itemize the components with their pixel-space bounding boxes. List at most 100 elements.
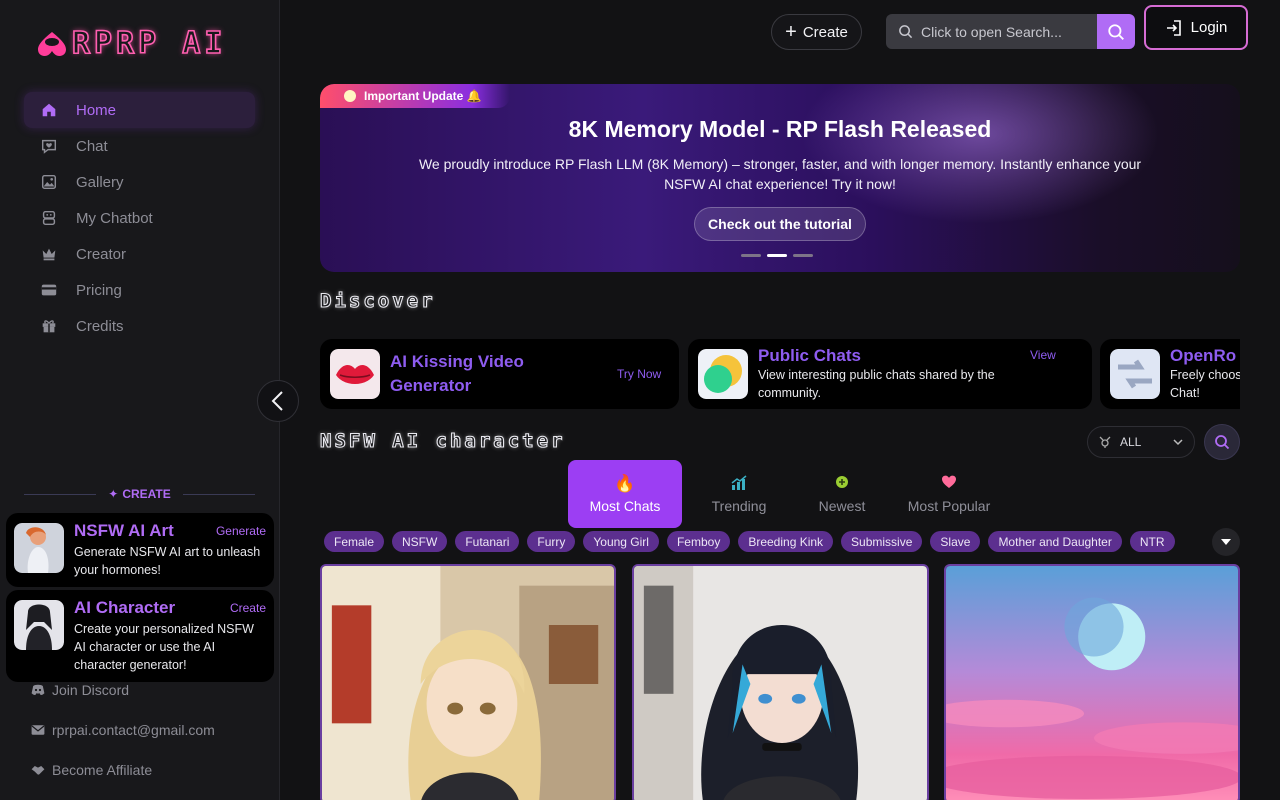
tab-newest[interactable]: Newest xyxy=(796,460,888,528)
discover-card-desc: View interesting public chats shared by … xyxy=(758,368,995,400)
tag-chip[interactable]: Slave xyxy=(930,531,981,552)
chart-up-icon xyxy=(730,474,748,494)
tag-chip[interactable]: Breeding Kink xyxy=(738,531,834,552)
nav-item-creator[interactable]: Creator xyxy=(24,236,255,272)
discover-card-openro[interactable]: OpenRo Freely choos Chat! xyxy=(1100,339,1240,409)
tag-chip[interactable]: NTR xyxy=(1129,531,1175,552)
join-discord-link[interactable]: Join Discord xyxy=(30,682,129,698)
filter-value: ALL xyxy=(1120,435,1142,449)
tag-chip[interactable]: Mother and Daughter xyxy=(988,531,1122,552)
nav-label: Pricing xyxy=(76,281,122,299)
carousel-dots xyxy=(741,254,813,257)
create-link[interactable]: Create xyxy=(230,601,266,615)
tutorial-button[interactable]: Check out the tutorial xyxy=(694,207,866,241)
tag-chip[interactable]: Young Girl xyxy=(583,531,659,552)
contact-email-link[interactable]: rprpai.contact@gmail.com xyxy=(30,722,215,738)
logo-text: RPRP AI xyxy=(71,25,227,62)
gender-filter-select[interactable]: ALL xyxy=(1087,426,1195,458)
nav-label: My Chatbot xyxy=(76,209,153,227)
tab-label: Most Chats xyxy=(589,498,661,514)
promo-title: AI Character xyxy=(74,598,176,617)
search-submit-button[interactable] xyxy=(1097,14,1135,49)
promo-body: NSFW AI Art Generate Generate NSFW AI ar… xyxy=(74,521,266,579)
heart-icon xyxy=(941,474,957,494)
collapse-sidebar-button[interactable] xyxy=(257,380,299,422)
fire-icon: 🔥 xyxy=(614,474,636,493)
nsfw-ai-art-thumbnail xyxy=(14,523,64,573)
nav-label: Creator xyxy=(76,245,127,263)
promo-nsfw-ai-art[interactable]: NSFW AI Art Generate Generate NSFW AI ar… xyxy=(6,513,274,587)
discover-card-kissing-video[interactable]: AI Kissing Video Generator Try Now xyxy=(320,339,679,409)
heart-logo-icon xyxy=(38,31,66,56)
create-label-text: CREATE xyxy=(122,487,171,501)
login-button[interactable]: Login xyxy=(1144,5,1248,50)
carousel-dot[interactable] xyxy=(793,254,813,257)
discover-card-title: Public Chats xyxy=(758,346,861,365)
nav-label: Chat xyxy=(76,137,108,155)
badge-label: Important Update 🔔 xyxy=(364,89,482,103)
tag-chip[interactable]: NSFW xyxy=(392,531,448,552)
carousel-dot[interactable] xyxy=(741,254,761,257)
discover-card-text: AI Kissing Video Generator xyxy=(390,350,607,398)
status-dot xyxy=(344,90,356,102)
view-link[interactable]: View xyxy=(1030,347,1082,363)
discord-icon xyxy=(31,684,45,695)
expand-tags-button[interactable] xyxy=(1212,528,1240,556)
create-button[interactable]: + Create xyxy=(771,14,862,50)
announcement-banner: Important Update 🔔 8K Memory Model - RP … xyxy=(320,84,1240,272)
promo-ai-character[interactable]: AI Character Create Create your personal… xyxy=(6,590,274,682)
carousel-dot[interactable] xyxy=(767,254,787,257)
tag-chip[interactable]: Female xyxy=(324,531,385,552)
try-now-link[interactable]: Try Now xyxy=(617,366,669,382)
new-dot-icon xyxy=(834,474,850,494)
crown-icon xyxy=(40,245,58,263)
sort-tabs: 🔥 Most Chats Trending Newest Most Popula… xyxy=(568,460,1010,528)
character-search-button[interactable] xyxy=(1204,424,1240,460)
nav-item-pricing[interactable]: Pricing xyxy=(24,272,255,308)
logo[interactable]: RPRP AI xyxy=(36,25,227,62)
tag-chip[interactable]: Futanari xyxy=(455,531,520,552)
search-bar[interactable] xyxy=(886,14,1097,49)
tab-most-chats[interactable]: 🔥 Most Chats xyxy=(568,460,682,528)
nav-label: Credits xyxy=(76,317,124,335)
sparkle-icon: ✦ xyxy=(108,487,119,501)
nav-item-my-chatbot[interactable]: My Chatbot xyxy=(24,200,255,236)
login-label: Login xyxy=(1190,19,1228,36)
tag-chip[interactable]: Femboy xyxy=(666,531,731,552)
tag-chip[interactable]: Submissive xyxy=(841,531,923,552)
banner-description: We proudly introduce RP Flash LLM (8K Me… xyxy=(418,156,1142,192)
character-portrait xyxy=(322,566,614,800)
discover-card-public-chats[interactable]: Public Chats View interesting public cha… xyxy=(688,339,1092,409)
character-card[interactable] xyxy=(632,564,929,800)
nav-item-credits[interactable]: Credits xyxy=(24,308,255,344)
tab-label: Trending xyxy=(711,498,767,514)
become-affiliate-link[interactable]: Become Affiliate xyxy=(30,762,152,778)
promo-desc: Create your personalized NSFW AI charact… xyxy=(74,622,254,672)
nav-label: Gallery xyxy=(76,173,124,191)
public-chats-icon xyxy=(698,349,748,399)
nav-item-chat[interactable]: Chat xyxy=(24,128,255,164)
tab-label: Most Popular xyxy=(907,498,991,514)
caret-down-icon xyxy=(1221,539,1231,545)
tag-chip[interactable]: Furry xyxy=(527,531,576,552)
search-input[interactable] xyxy=(921,23,1091,40)
nav-item-gallery[interactable]: Gallery xyxy=(24,164,255,200)
character-card[interactable] xyxy=(320,564,616,800)
character-card[interactable] xyxy=(944,564,1240,800)
nav-item-home[interactable]: Home xyxy=(24,92,255,128)
gallery-icon xyxy=(40,173,58,191)
tab-most-popular[interactable]: Most Popular xyxy=(888,460,1010,528)
chat-icon xyxy=(40,137,58,155)
card-icon xyxy=(40,281,58,299)
login-icon xyxy=(1166,19,1181,36)
generate-link[interactable]: Generate xyxy=(216,524,266,538)
gender-icon xyxy=(1099,436,1111,448)
important-update-badge: Important Update 🔔 xyxy=(320,84,510,108)
tab-trending[interactable]: Trending xyxy=(682,460,796,528)
discover-card-text: Public Chats View interesting public cha… xyxy=(758,346,1020,402)
character-portrait xyxy=(634,566,927,800)
search-icon xyxy=(899,25,913,39)
lips-icon xyxy=(330,349,380,399)
main-nav: Home Chat Gallery My Chatbot Creator Pri… xyxy=(24,92,255,344)
character-portrait xyxy=(946,566,1238,800)
